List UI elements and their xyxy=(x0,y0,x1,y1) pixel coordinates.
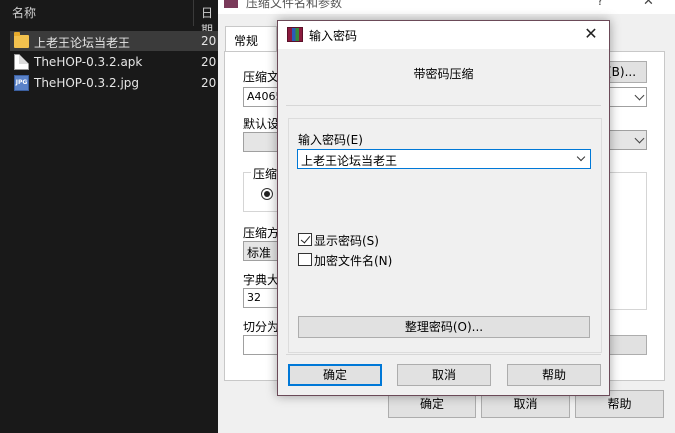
chevron-down-icon xyxy=(634,90,645,101)
show-password-label[interactable]: 显示密码(S) xyxy=(314,232,379,249)
divider xyxy=(286,354,601,355)
winrar-icon xyxy=(287,27,303,42)
dialog-title: 输入密码 xyxy=(309,29,358,43)
dialog-titlebar[interactable]: 压缩文件名和参数 ? ✕ xyxy=(218,0,675,14)
cancel-button[interactable]: 取消 xyxy=(397,364,491,386)
file-explorer: 名称 日期 上老王论坛当老王 20 TheHOP-0.3.2.apk 20 JP… xyxy=(0,0,222,433)
archive-format-label: 压缩 xyxy=(251,165,280,182)
password-input[interactable]: 上老王论坛当老王 xyxy=(297,149,591,169)
compression-method-label: 压缩方 xyxy=(243,226,280,240)
password-label: 输入密码(E) xyxy=(298,133,363,147)
split-volumes-label: 切分为 xyxy=(243,320,280,334)
dialog-heading: 带密码压缩 xyxy=(413,67,474,81)
archive-name-label: 压缩文 xyxy=(243,70,280,84)
encrypt-filenames-checkbox[interactable] xyxy=(298,253,312,266)
file-date: 20 xyxy=(201,76,217,90)
format-radio[interactable] xyxy=(261,188,273,200)
image-file-icon: JPG xyxy=(14,75,29,91)
file-icon xyxy=(14,54,29,70)
file-name: TheHOP-0.3.2.apk xyxy=(34,55,143,69)
file-row-folder[interactable]: 上老王论坛当老王 20 xyxy=(10,31,222,51)
dialog-title: 压缩文件名和参数 xyxy=(246,0,343,10)
divider xyxy=(286,105,601,106)
password-dialog: 输入密码 ✕ 带密码压缩 输入密码(E) 上老王论坛当老王 显示密码(S) 加密… xyxy=(277,20,610,396)
file-row-jpg[interactable]: JPG TheHOP-0.3.2.jpg 20 xyxy=(10,73,222,93)
explorer-column-header: 名称 日期 xyxy=(0,0,222,37)
encrypt-filenames-label[interactable]: 加密文件名(N) xyxy=(314,252,392,269)
show-password-checkbox[interactable] xyxy=(298,233,312,246)
password-value: 上老王论坛当老王 xyxy=(301,154,398,168)
chevron-down-icon[interactable] xyxy=(576,152,586,162)
folder-icon xyxy=(14,32,29,48)
column-name-header[interactable]: 名称 xyxy=(12,4,36,21)
default-profile-label: 默认设 xyxy=(243,117,280,131)
tab-general[interactable]: 常规 xyxy=(225,26,277,52)
winrar-icon xyxy=(224,0,238,8)
close-icon[interactable]: ✕ xyxy=(581,24,601,43)
dictionary-size-label: 字典大 xyxy=(243,273,280,287)
file-name: TheHOP-0.3.2.jpg xyxy=(34,76,140,90)
help-button[interactable]: 帮助 xyxy=(507,364,601,386)
dialog-titlebar[interactable]: 输入密码 ✕ xyxy=(278,21,609,49)
close-icon[interactable]: ✕ xyxy=(643,0,654,9)
help-icon[interactable]: ? xyxy=(597,0,603,8)
file-date: 20 xyxy=(201,55,217,69)
file-name: 上老王论坛当老王 xyxy=(34,36,131,50)
file-date: 20 xyxy=(201,34,217,48)
ok-button[interactable]: 确定 xyxy=(288,364,382,386)
organize-passwords-button[interactable]: 整理密码(O)... xyxy=(298,316,590,338)
column-separator[interactable] xyxy=(193,0,194,26)
chevron-down-icon xyxy=(634,133,645,144)
file-row-apk[interactable]: TheHOP-0.3.2.apk 20 xyxy=(10,52,222,72)
